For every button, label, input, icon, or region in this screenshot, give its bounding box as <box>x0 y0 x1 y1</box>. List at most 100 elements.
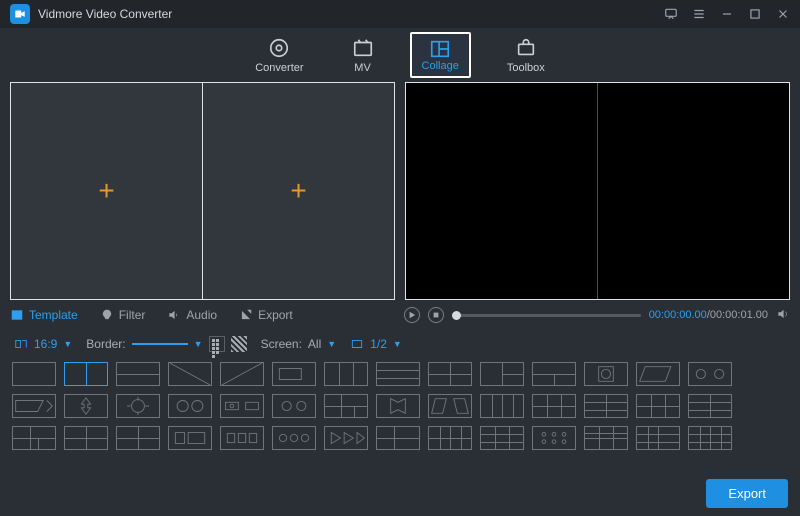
feedback-icon[interactable] <box>664 7 678 21</box>
tab-template-label: Template <box>29 308 78 322</box>
layout-option[interactable] <box>376 426 420 450</box>
layout-option[interactable] <box>480 362 524 386</box>
layout-option[interactable] <box>428 362 472 386</box>
chevron-down-icon: ▼ <box>327 339 336 349</box>
screen-label: Screen: <box>261 337 302 351</box>
template-toolbar: 16:9 ▼ Border: ▼ Screen: All ▼ 1/2 ▼ <box>0 330 800 358</box>
tab-audio-label: Audio <box>186 308 217 322</box>
main-nav: Converter MV Collage Toolbox <box>0 28 800 82</box>
layout-option[interactable] <box>12 426 56 450</box>
layout-option[interactable] <box>324 426 368 450</box>
seek-track[interactable] <box>452 314 641 317</box>
border-control: Border: ▼ <box>86 336 246 352</box>
layout-option[interactable] <box>116 394 160 418</box>
nav-toolbox-label: Toolbox <box>507 62 545 74</box>
layout-option[interactable] <box>272 426 316 450</box>
tab-template[interactable]: Template <box>10 308 78 322</box>
chevron-down-icon[interactable]: ▼ <box>194 339 203 349</box>
nav-converter[interactable]: Converter <box>255 37 303 74</box>
close-button[interactable] <box>776 7 790 21</box>
layout-option[interactable] <box>116 426 160 450</box>
border-pattern-picker[interactable] <box>231 336 247 352</box>
tab-filter-label: Filter <box>119 308 146 322</box>
nav-mv[interactable]: MV <box>352 37 374 74</box>
tab-export[interactable]: Export <box>239 308 293 322</box>
collage-canvas: + + <box>10 82 395 300</box>
menu-icon[interactable] <box>692 7 706 21</box>
layout-option[interactable] <box>64 394 108 418</box>
preview-pane <box>405 82 790 300</box>
chevron-down-icon: ▼ <box>393 339 402 349</box>
layout-option[interactable] <box>272 362 316 386</box>
aspect-ratio-value: 16:9 <box>34 337 57 351</box>
layout-option[interactable] <box>220 394 264 418</box>
border-color-picker[interactable] <box>209 336 225 352</box>
add-icon: + <box>290 175 306 207</box>
seek-thumb[interactable] <box>452 311 461 320</box>
export-button[interactable]: Export <box>706 479 788 508</box>
preview-slot-1 <box>406 83 598 299</box>
layout-option[interactable] <box>220 426 264 450</box>
collage-slot-1[interactable]: + <box>11 83 203 299</box>
layout-option[interactable] <box>636 394 680 418</box>
filter-icon <box>100 308 114 322</box>
chevron-down-icon: ▼ <box>63 339 72 349</box>
tab-filter[interactable]: Filter <box>100 308 146 322</box>
maximize-button[interactable] <box>748 7 762 21</box>
app-title: Vidmore Video Converter <box>38 7 664 21</box>
collage-slot-2[interactable]: + <box>203 83 394 299</box>
nav-converter-label: Converter <box>255 62 303 74</box>
page-value: 1/2 <box>370 337 387 351</box>
layout-option[interactable] <box>324 394 368 418</box>
layout-option[interactable] <box>480 426 524 450</box>
app-logo <box>10 4 30 24</box>
layout-option[interactable] <box>12 362 56 386</box>
layout-option[interactable] <box>220 362 264 386</box>
stop-button[interactable] <box>428 307 444 323</box>
player-controls: 00:00:00.00/00:00:01.00 <box>404 307 790 324</box>
camera-icon <box>13 7 27 21</box>
layout-option[interactable] <box>376 362 420 386</box>
border-style-select[interactable] <box>132 343 188 345</box>
time-display: 00:00:00.00/00:00:01.00 <box>649 309 768 321</box>
layout-option[interactable] <box>64 426 108 450</box>
layout-option[interactable] <box>688 394 732 418</box>
aspect-ratio-select[interactable]: 16:9 ▼ <box>14 337 72 351</box>
layout-option[interactable] <box>168 426 212 450</box>
volume-icon[interactable] <box>776 307 790 324</box>
play-button[interactable] <box>404 307 420 323</box>
layout-option[interactable] <box>584 362 628 386</box>
layout-option[interactable] <box>532 362 576 386</box>
layout-option[interactable] <box>584 394 628 418</box>
layout-option[interactable] <box>376 394 420 418</box>
nav-toolbox[interactable]: Toolbox <box>507 37 545 74</box>
layout-option[interactable] <box>116 362 160 386</box>
layout-option[interactable] <box>636 426 680 450</box>
layout-option[interactable] <box>272 394 316 418</box>
layout-option[interactable] <box>532 426 576 450</box>
nav-collage[interactable]: Collage <box>422 38 459 72</box>
layout-option[interactable] <box>64 362 108 386</box>
layout-option[interactable] <box>688 362 732 386</box>
page-indicator[interactable]: 1/2 ▼ <box>350 337 402 351</box>
layout-option[interactable] <box>168 394 212 418</box>
layout-option[interactable] <box>12 394 56 418</box>
layout-option[interactable] <box>324 362 368 386</box>
layout-option[interactable] <box>428 426 472 450</box>
minimize-button[interactable] <box>720 7 734 21</box>
screen-select[interactable]: Screen: All ▼ <box>261 337 337 351</box>
layout-option[interactable] <box>428 394 472 418</box>
layout-option[interactable] <box>688 426 732 450</box>
tabs-row: Template Filter Audio Export 00:00:00.00… <box>0 300 800 330</box>
titlebar: Vidmore Video Converter <box>0 0 800 28</box>
layout-option[interactable] <box>584 426 628 450</box>
time-total: 00:00:01.00 <box>710 309 768 321</box>
layout-option[interactable] <box>532 394 576 418</box>
nav-collage-label: Collage <box>422 60 459 72</box>
layout-option[interactable] <box>480 394 524 418</box>
border-label: Border: <box>86 337 125 351</box>
layout-option[interactable] <box>636 362 680 386</box>
tab-audio[interactable]: Audio <box>167 308 217 322</box>
layout-option[interactable] <box>168 362 212 386</box>
layout-grid <box>0 358 800 454</box>
